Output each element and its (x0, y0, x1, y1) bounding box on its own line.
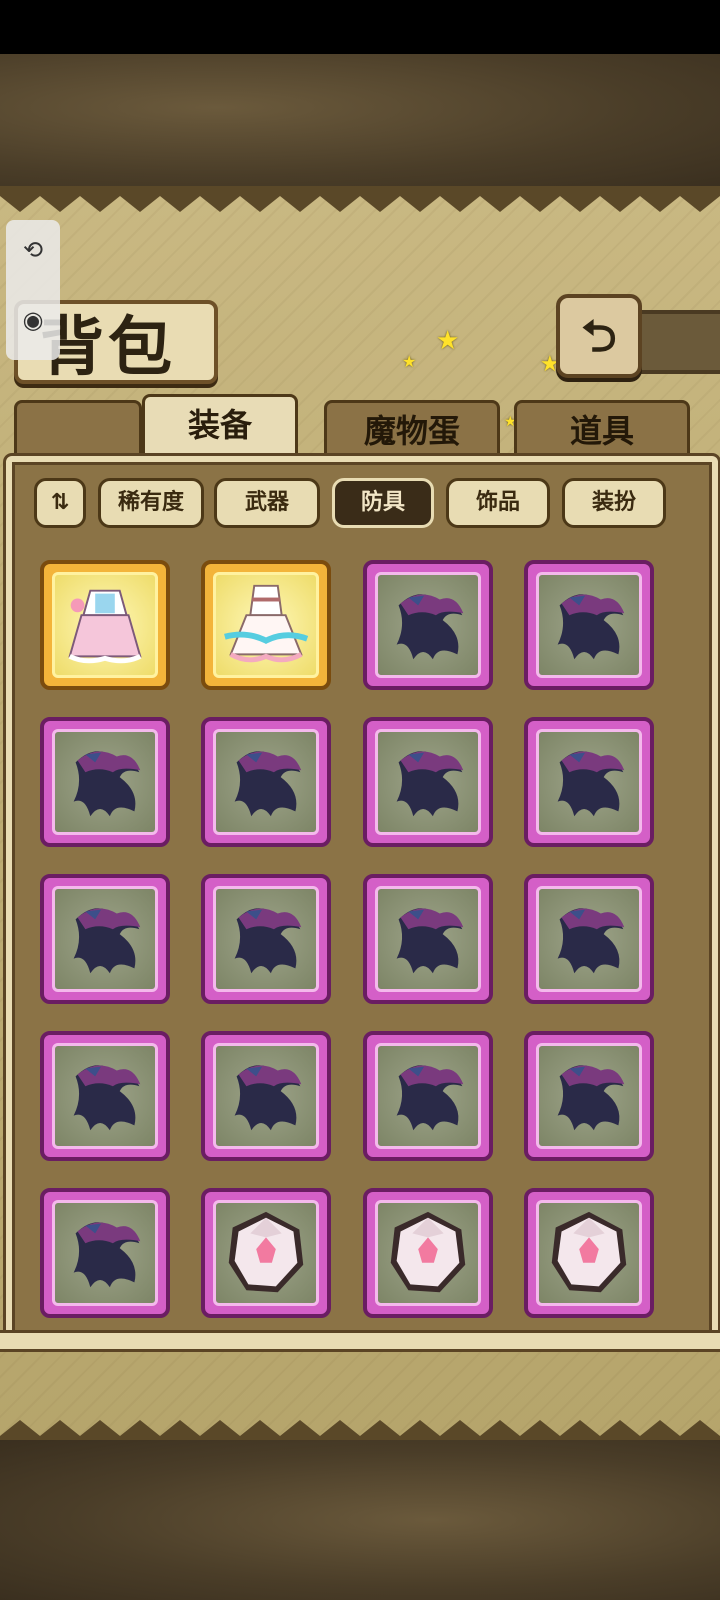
page-title: 背包 (40, 311, 176, 385)
tab-monster-egg[interactable]: 魔物蛋 (324, 400, 500, 461)
dark-cloak-icon (557, 908, 625, 974)
dark-cloak-icon (396, 594, 463, 660)
inventory-slot[interactable] (201, 1188, 332, 1318)
dark-cloak-icon (234, 1065, 302, 1131)
item-grid (40, 560, 680, 1320)
maid-outfit-icon (68, 589, 142, 664)
filter-costume[interactable]: 装扮 (562, 478, 666, 528)
inventory-slot[interactable] (362, 1188, 493, 1318)
dark-cloak-icon (73, 1065, 141, 1131)
filter-bar: ⇅ 稀有度 武器 防具 饰品 装扮 (30, 478, 690, 530)
dark-cloak-icon (73, 908, 141, 974)
sort-icon: ⇅ (50, 490, 70, 515)
pink-gem-shield-icon (390, 1211, 465, 1293)
back-arrow-icon: ⮌ (581, 311, 617, 362)
dark-cloak-icon (396, 1065, 463, 1131)
tab-equipment[interactable]: 装备 (142, 394, 298, 463)
inventory-slot[interactable] (523, 874, 654, 1004)
inventory-slot[interactable] (523, 1031, 654, 1161)
pink-gem-shield-icon (229, 1211, 304, 1293)
back-button-rail (630, 310, 720, 374)
inventory-slot[interactable] (40, 874, 170, 1004)
dark-cloak-icon (234, 908, 302, 974)
dark-cloak-icon (234, 751, 302, 817)
inventory-slot[interactable] (40, 560, 170, 690)
filter-accessory[interactable]: 饰品 (446, 478, 550, 528)
dark-cloak-icon (557, 1065, 625, 1131)
dark-cloak-icon (396, 751, 463, 817)
status-bar (0, 0, 720, 54)
inventory-slot[interactable] (362, 717, 493, 847)
inventory-slot[interactable] (362, 874, 493, 1004)
filter-rarity[interactable]: 稀有度 (98, 478, 204, 528)
dark-cloak-icon (396, 908, 463, 974)
inventory-slot[interactable] (523, 560, 654, 690)
inventory-slot[interactable] (201, 560, 332, 690)
dark-cloak-icon (73, 751, 141, 817)
main-tabs: 装备 魔物蛋 道具 (14, 394, 704, 463)
floating-toolbar: ⟲ ◉ (6, 220, 60, 360)
map-background-top (0, 54, 720, 188)
rotate-screen-icon[interactable]: ⟲ (19, 236, 47, 264)
filter-weapon[interactable]: 武器 (214, 478, 320, 528)
inventory-slot[interactable] (201, 1031, 332, 1161)
white-dress-icon (224, 584, 309, 663)
inventory-slot[interactable] (40, 1188, 170, 1318)
zigzag-edge-top (0, 186, 720, 212)
inventory-slot[interactable] (40, 717, 170, 847)
map-background-bottom (0, 1440, 720, 1600)
dark-cloak-icon (557, 751, 625, 817)
back-button[interactable]: ⮌ (556, 294, 642, 378)
star-icon: ★ (402, 352, 417, 371)
inventory-slot[interactable] (362, 560, 493, 690)
pink-gem-shield-icon (551, 1211, 627, 1293)
inventory-slot[interactable] (201, 717, 332, 847)
screen-record-icon[interactable]: ◉ (19, 306, 47, 334)
tab-items[interactable]: 道具 (514, 400, 690, 461)
tab-spacer (14, 400, 142, 461)
dark-cloak-icon (557, 594, 625, 660)
star-icon: ★ (436, 326, 460, 356)
inventory-slot[interactable] (40, 1031, 170, 1161)
inventory-slot[interactable] (362, 1031, 493, 1161)
panel-bottom-rail (0, 1330, 720, 1352)
inventory-slot[interactable] (523, 717, 654, 847)
dark-cloak-icon (73, 1222, 141, 1288)
filter-armor[interactable]: 防具 (332, 478, 434, 528)
inventory-slot[interactable] (201, 874, 332, 1004)
inventory-slot[interactable] (523, 1188, 654, 1318)
sort-toggle-button[interactable]: ⇅ (34, 478, 86, 528)
